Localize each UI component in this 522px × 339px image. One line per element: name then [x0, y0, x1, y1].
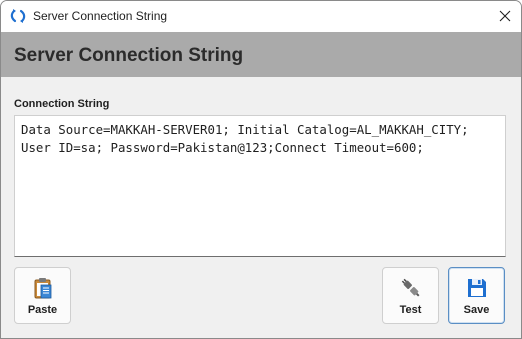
refresh-icon — [10, 8, 26, 24]
plug-icon — [400, 277, 422, 299]
close-button[interactable] — [489, 1, 521, 32]
save-button[interactable]: Save — [448, 267, 505, 324]
connection-string-label: Connection String — [14, 98, 110, 110]
title-bar[interactable]: Server Connection String — [1, 1, 521, 32]
paste-button[interactable]: Paste — [14, 267, 71, 324]
page-title: Server Connection String — [14, 45, 244, 66]
paste-button-label: Paste — [27, 304, 58, 316]
connection-string-input[interactable]: Data Source=MAKKAH-SERVER01; Initial Cat… — [14, 115, 506, 257]
clipboard-icon — [32, 277, 54, 299]
dialog-window: Server Connection String Server Connecti… — [0, 0, 522, 339]
save-button-label: Save — [463, 304, 490, 316]
window-title: Server Connection String — [33, 9, 168, 23]
close-icon — [499, 10, 511, 22]
floppy-disk-icon — [466, 277, 488, 299]
test-button[interactable]: Test — [382, 267, 439, 324]
test-button-label: Test — [399, 304, 422, 316]
